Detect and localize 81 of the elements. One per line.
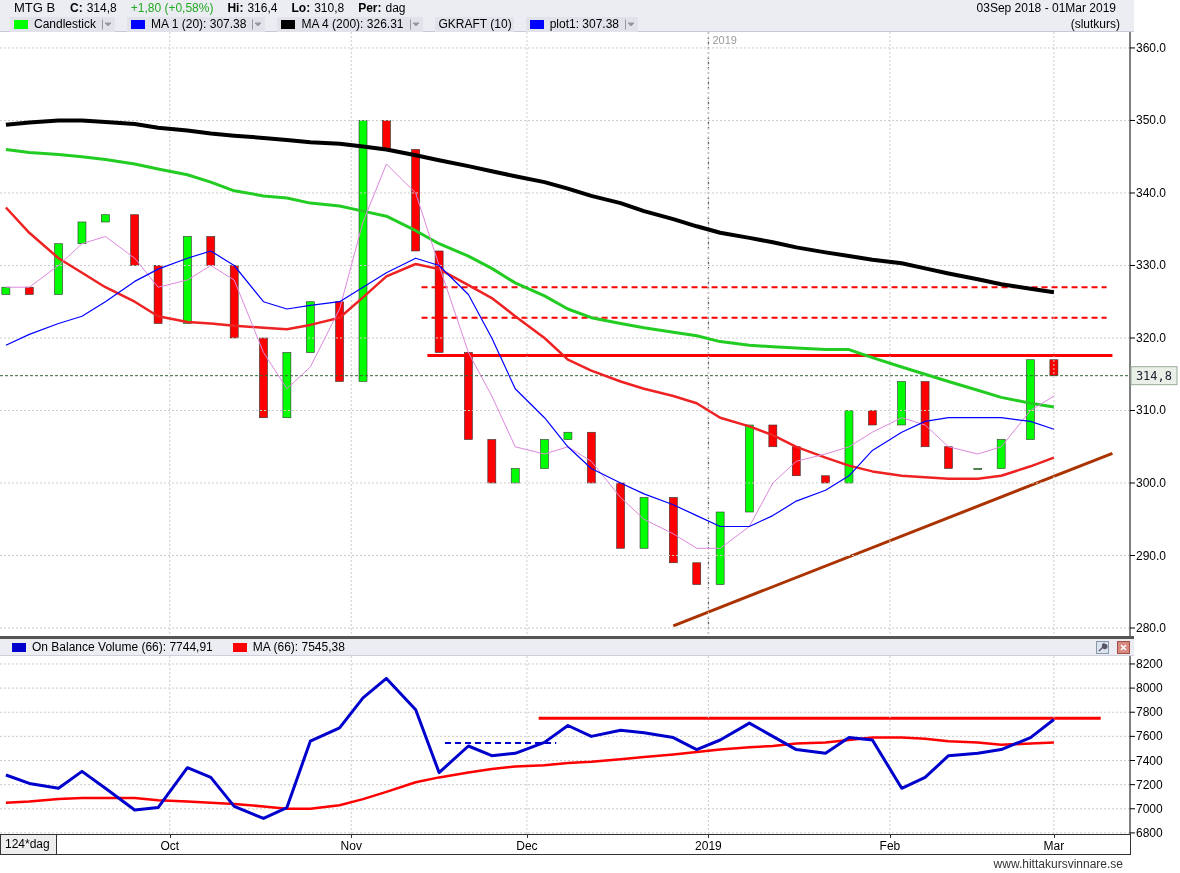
axis-label: 330.0 — [1136, 258, 1167, 273]
field-value: 316,4 — [247, 0, 278, 17]
axis-label: 7200 — [1136, 777, 1163, 792]
candle — [130, 214, 139, 266]
candle — [868, 410, 877, 426]
period-label: 124*dag — [0, 835, 57, 854]
candle — [1, 286, 11, 295]
candle — [510, 468, 520, 484]
field-value: 310,8 — [314, 0, 345, 17]
candle — [669, 497, 678, 564]
axis-label: 350.0 — [1136, 113, 1167, 128]
caret-icon — [409, 18, 421, 30]
field-value: 314,8 — [86, 0, 117, 17]
price-type-label: (slutkurs) — [1070, 16, 1121, 33]
axis-label: 6800 — [1136, 825, 1163, 840]
legend-dropdown[interactable]: Candlestick — [10, 16, 116, 32]
candle — [1049, 359, 1059, 376]
axis-label: Mar — [1043, 838, 1065, 853]
candle — [692, 562, 702, 585]
candle — [540, 439, 549, 469]
candle — [821, 475, 830, 484]
candle — [306, 301, 315, 353]
candle — [54, 243, 63, 295]
candle — [639, 497, 649, 549]
year-label: 2019 — [712, 34, 737, 46]
legend-dropdown[interactable]: plot1: 307.38 — [525, 16, 639, 32]
axis-label: 360.0 — [1136, 40, 1167, 55]
website-url: www.hittakursvinnare.se — [993, 856, 1124, 873]
date-range: 03Sep 2018 - 01Mar 2019 — [976, 0, 1117, 17]
field-label: C: — [70, 0, 83, 17]
axis-label: 7400 — [1136, 753, 1163, 768]
candle — [382, 120, 391, 150]
stock-symbol: MTG B — [14, 0, 57, 18]
axis-label: 340.0 — [1136, 185, 1167, 200]
candle — [282, 352, 292, 419]
candle — [24, 286, 34, 295]
legend-dropdown[interactable]: MA 1 (20): 307.38 — [127, 16, 266, 32]
candle — [897, 381, 906, 426]
axis-label: Feb — [879, 838, 901, 853]
axis-label: 2019 — [695, 838, 722, 853]
legend-label: On Balance Volume (66): 7744,91 — [32, 639, 213, 656]
candle — [153, 265, 163, 324]
axis-label: 310.0 — [1136, 403, 1167, 418]
field-label: Lo: — [291, 0, 311, 17]
close-icon[interactable] — [1117, 640, 1130, 654]
caret-icon — [252, 18, 264, 30]
candle — [77, 221, 87, 245]
field-label: Per: — [358, 0, 382, 17]
axis-label: Nov — [340, 838, 362, 853]
price-change: +1,80 (+0,58%) — [130, 0, 214, 17]
candle — [791, 446, 801, 477]
candle — [487, 439, 497, 484]
axis-label: 7800 — [1136, 705, 1163, 720]
axis-label: 290.0 — [1136, 548, 1167, 563]
axis-label: Dec — [516, 838, 538, 853]
candle — [563, 431, 573, 440]
candle — [616, 482, 625, 549]
legend-label: MA (66): 7545,38 — [252, 639, 345, 656]
caret-icon — [102, 18, 114, 30]
axis-label: 8000 — [1136, 681, 1163, 696]
price-label: 314,8 — [1130, 366, 1178, 386]
axis-label: 300.0 — [1136, 476, 1167, 490]
candle — [920, 381, 930, 448]
candle — [996, 439, 1006, 469]
candle — [101, 214, 110, 223]
axis-label: Oct — [160, 838, 180, 853]
candle — [768, 424, 778, 448]
axis-label: 7600 — [1136, 729, 1163, 744]
settings-icon[interactable] — [1096, 640, 1109, 654]
field-label: Hi: — [227, 0, 244, 17]
legend-dropdown[interactable]: MA 4 (200): 326.31 — [277, 16, 423, 32]
candle — [206, 236, 216, 266]
axis-label: 320.0 — [1136, 331, 1167, 345]
legend-item: GKRAFT (10) — [434, 16, 514, 32]
field-value: dag — [385, 0, 406, 17]
caret-icon — [625, 18, 637, 30]
axis-label: 8200 — [1136, 656, 1163, 671]
axis-label: 280.0 — [1136, 621, 1167, 635]
axis-label: 7000 — [1136, 801, 1163, 816]
candle — [587, 431, 596, 484]
candle — [944, 446, 953, 469]
